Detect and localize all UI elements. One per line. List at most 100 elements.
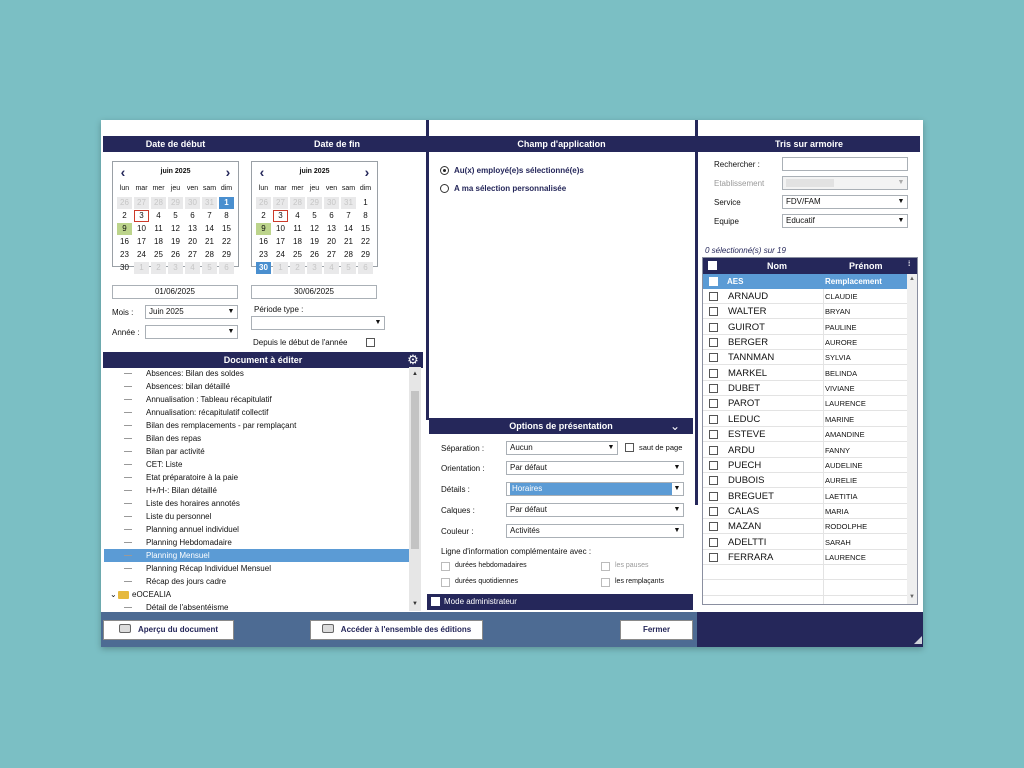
col-prenom-header[interactable]: Prénom [849,261,883,271]
calendar-day[interactable]: 27 [273,197,288,209]
table-row[interactable]: ESTEVE AMANDINE [703,427,907,443]
row-checkbox[interactable] [709,384,718,394]
calendar-day[interactable]: 24 [273,249,288,261]
calendar-day[interactable]: 2 [151,262,166,274]
service-select[interactable]: FDV/FAM ▼ [782,195,908,209]
calendar-day[interactable]: 10 [273,223,288,235]
table-row[interactable]: GUIROT PAULINE [703,320,907,335]
radio-selection[interactable] [440,184,449,193]
calendar-day[interactable]: 30 [324,197,339,209]
row-checkbox[interactable] [709,307,718,317]
calendar-day[interactable]: 7 [202,210,217,222]
calendar-day[interactable]: 27 [134,197,149,209]
list-item[interactable]: Bilan des remplacements - par remplaçant [104,419,409,432]
list-item[interactable]: Planning Mensuel [104,549,409,562]
row-checkbox[interactable] [709,353,718,363]
chevron-right-icon[interactable]: › [361,165,373,179]
calendar-day[interactable]: 27 [324,249,339,261]
calendar-day[interactable]: 18 [151,236,166,248]
saut-page-checkbox[interactable] [625,443,634,452]
doc-scrollbar[interactable]: ▲ ▼ [409,367,421,611]
calendar-day[interactable]: 16 [117,236,132,248]
row-checkbox[interactable] [709,322,718,332]
calendar-start[interactable]: ‹ juin 2025 › lun mar mer jeu ven sam dim 26 27… [112,161,239,274]
acceder-button[interactable]: Accéder à l'ensemble des éditions [310,620,483,640]
table-row[interactable]: BREGUET LAETITIA [703,489,907,504]
calendar-day[interactable]: 6 [219,262,234,274]
calendar-day[interactable]: 2 [290,262,305,274]
list-item[interactable]: Liste des horaires annotés [104,497,409,510]
calendar-day[interactable]: 5 [307,210,322,222]
depuis-checkbox[interactable] [366,338,375,347]
list-item[interactable]: Liste du personnel [104,510,409,523]
calendar-day[interactable]: 31 [341,197,356,209]
col-nom-header[interactable]: Nom [767,261,787,271]
calendar-day[interactable]: 1 [273,262,288,274]
search-input[interactable] [782,157,908,171]
options-header[interactable]: Options de présentation [429,418,693,434]
row-checkbox[interactable] [709,537,718,547]
calendar-day[interactable]: 17 [273,236,288,248]
row-checkbox[interactable] [709,552,718,562]
calendar-day[interactable]: 14 [341,223,356,235]
couleur-select[interactable]: Activités ▼ [506,524,684,538]
list-item[interactable]: H+/H-: Bilan détaillé [104,484,409,497]
calendar-day[interactable]: 16 [256,236,271,248]
calendar-day[interactable]: 29 [358,249,373,261]
calendar-day[interactable]: 1 [134,262,149,274]
table-row[interactable]: ADELTTI SARAH [703,535,907,550]
table-row[interactable]: CALAS MARIA [703,504,907,519]
row-checkbox[interactable] [709,445,718,455]
scroll-up-icon[interactable]: ▲ [409,369,421,379]
hebdo-checkbox[interactable] [441,562,450,571]
calendar-day[interactable]: 14 [202,223,217,235]
annee-select[interactable]: ▼ [145,325,238,339]
group-row[interactable]: AES Remplacement [703,274,907,289]
select-all-checkbox[interactable] [708,261,717,270]
row-checkbox[interactable] [709,491,718,501]
list-item[interactable]: Planning Hebdomadaire [104,536,409,549]
calendar-day[interactable]: 25 [151,249,166,261]
scroll-down-icon[interactable]: ▼ [409,599,421,609]
row-checkbox[interactable] [709,399,718,409]
calendar-day[interactable]: 1 [358,197,373,209]
table-row[interactable]: ARDU FANNY [703,443,907,458]
calendar-day[interactable]: 22 [219,236,234,248]
calques-select[interactable]: Par défaut ▼ [506,503,684,517]
calendar-day[interactable]: 13 [185,223,200,235]
calendar-day[interactable]: 6 [358,262,373,274]
list-group[interactable]: ⌄ eOCEALIA [104,588,409,601]
calendar-day[interactable]: 10 [134,223,149,235]
list-item[interactable]: Absences: bilan détaillé [104,380,409,393]
calendar-day[interactable]: 15 [358,223,373,235]
mois-select[interactable]: Juin 2025 ▼ [145,305,238,319]
row-checkbox[interactable] [709,292,718,301]
details-select[interactable]: Horaires ▼ [506,482,684,496]
calendar-day[interactable]: 8 [358,210,373,222]
list-item[interactable]: Bilan des repas [104,432,409,445]
calendar-day[interactable]: 11 [290,223,305,235]
start-date-field[interactable]: 01/06/2025 [112,285,238,299]
etablissement-select[interactable]: ▼ [782,176,908,190]
chevron-left-icon[interactable]: ‹ [117,165,129,179]
table-row[interactable]: MAZAN RODOLPHE [703,519,907,535]
calendar-day[interactable]: 19 [307,236,322,248]
calendar-day[interactable]: 26 [117,197,132,209]
calendar-day[interactable]: 4 [290,210,305,222]
calendar-day[interactable]: 28 [151,197,166,209]
calendar-day[interactable]: 9 [256,223,271,235]
table-scrollbar[interactable]: ▲ ▼ [907,274,917,604]
radio-employes[interactable] [440,166,449,175]
calendar-day[interactable]: 28 [290,197,305,209]
calendar-day[interactable]: 30 [185,197,200,209]
calendar-day[interactable]: 4 [324,262,339,274]
calendar-day[interactable]: 24 [134,249,149,261]
calendar-day[interactable]: 23 [256,249,271,261]
rempl-checkbox[interactable] [601,578,610,587]
calendar-day[interactable]: 26 [307,249,322,261]
calendar-day[interactable]: 12 [168,223,183,235]
calendar-day[interactable]: 26 [168,249,183,261]
row-checkbox[interactable] [709,476,718,486]
calendar-day[interactable]: 18 [290,236,305,248]
calendar-day[interactable]: 3 [273,210,288,222]
